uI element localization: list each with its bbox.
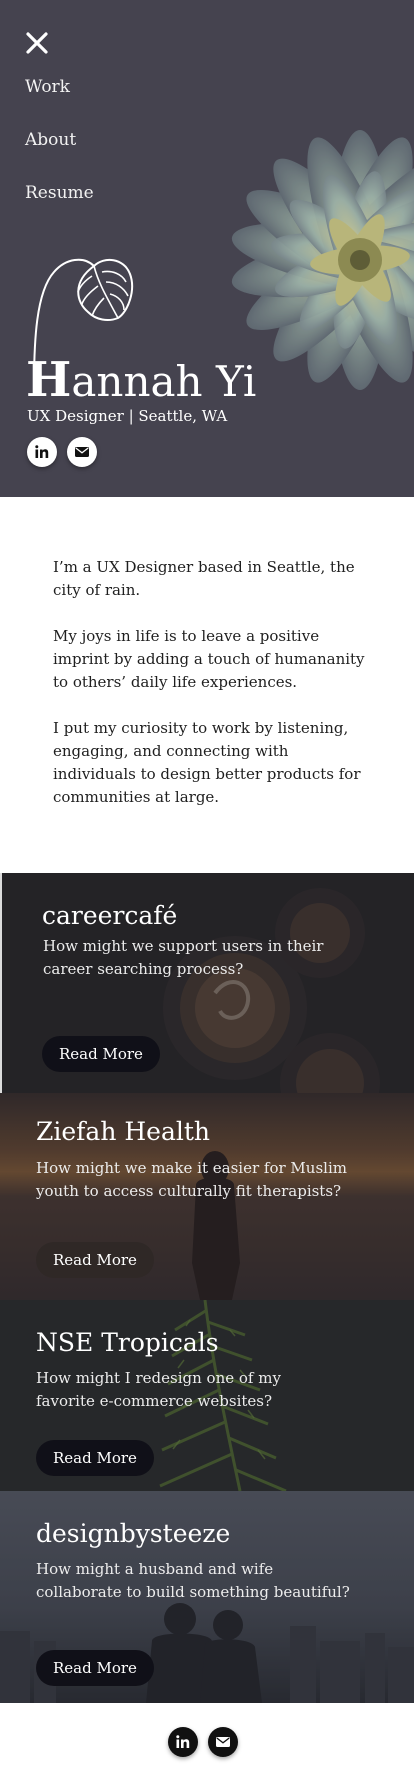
close-menu-button[interactable] <box>24 30 50 56</box>
intro-section: I’m a UX Designer based in Seattle, the … <box>53 556 369 832</box>
main-nav: Work About Resume <box>25 76 94 235</box>
footer-social-links <box>168 1727 238 1757</box>
hero-name-initial: H <box>26 352 72 408</box>
mail-icon <box>216 1737 230 1747</box>
hero-section: Work About Resume Hannah Yi UX Designer … <box>0 0 414 497</box>
hero-name: Hannah Yi <box>26 356 256 406</box>
project-card-ziefah-health[interactable]: Ziefah Health How might we make it easie… <box>0 1093 414 1300</box>
intro-paragraph: I’m a UX Designer based in Seattle, the … <box>53 558 355 599</box>
intro-paragraph: I put my curiosity to work by listening,… <box>53 719 361 806</box>
hero-subtitle: UX Designer | Seattle, WA <box>27 407 228 425</box>
linkedin-icon <box>176 1735 190 1748</box>
project-title: NSE Tropicals <box>36 1328 219 1357</box>
project-title: Ziefah Health <box>36 1117 211 1146</box>
intro-paragraph: My joys in life is to leave a positive i… <box>53 627 365 691</box>
linkedin-button[interactable] <box>27 437 57 467</box>
read-more-button[interactable]: Read More <box>36 1242 154 1278</box>
project-description: How might we support users in their care… <box>43 937 324 978</box>
project-title: designbysteeze <box>36 1519 231 1548</box>
close-icon <box>26 32 48 54</box>
read-more-button[interactable]: Read More <box>36 1650 154 1686</box>
hero-name-rest: annah Yi <box>71 357 257 406</box>
project-title: careercafé <box>42 901 178 930</box>
project-card-nse-tropicals[interactable]: NSE Tropicals How might I redesign one o… <box>0 1300 414 1491</box>
nav-item-work[interactable]: Work <box>25 76 94 129</box>
linkedin-button[interactable] <box>168 1727 198 1757</box>
linkedin-icon <box>35 445 49 458</box>
read-more-button[interactable]: Read More <box>42 1036 160 1072</box>
project-description: How might a husband and wife collaborate… <box>36 1560 350 1601</box>
project-description: How might I redesign one of my favorite … <box>36 1369 281 1410</box>
mail-icon <box>75 447 89 457</box>
nav-item-resume[interactable]: Resume <box>25 182 94 235</box>
email-button[interactable] <box>67 437 97 467</box>
email-button[interactable] <box>208 1727 238 1757</box>
project-description: How might we make it easier for Muslim y… <box>36 1159 347 1200</box>
read-more-button[interactable]: Read More <box>36 1440 154 1476</box>
hero-social-links <box>27 437 97 467</box>
project-card-careercafe[interactable]: careercafé How might we support users in… <box>0 873 414 1093</box>
project-card-designbysteeze[interactable]: designbysteeze How might a husband and w… <box>0 1491 414 1703</box>
nav-item-about[interactable]: About <box>25 129 94 182</box>
